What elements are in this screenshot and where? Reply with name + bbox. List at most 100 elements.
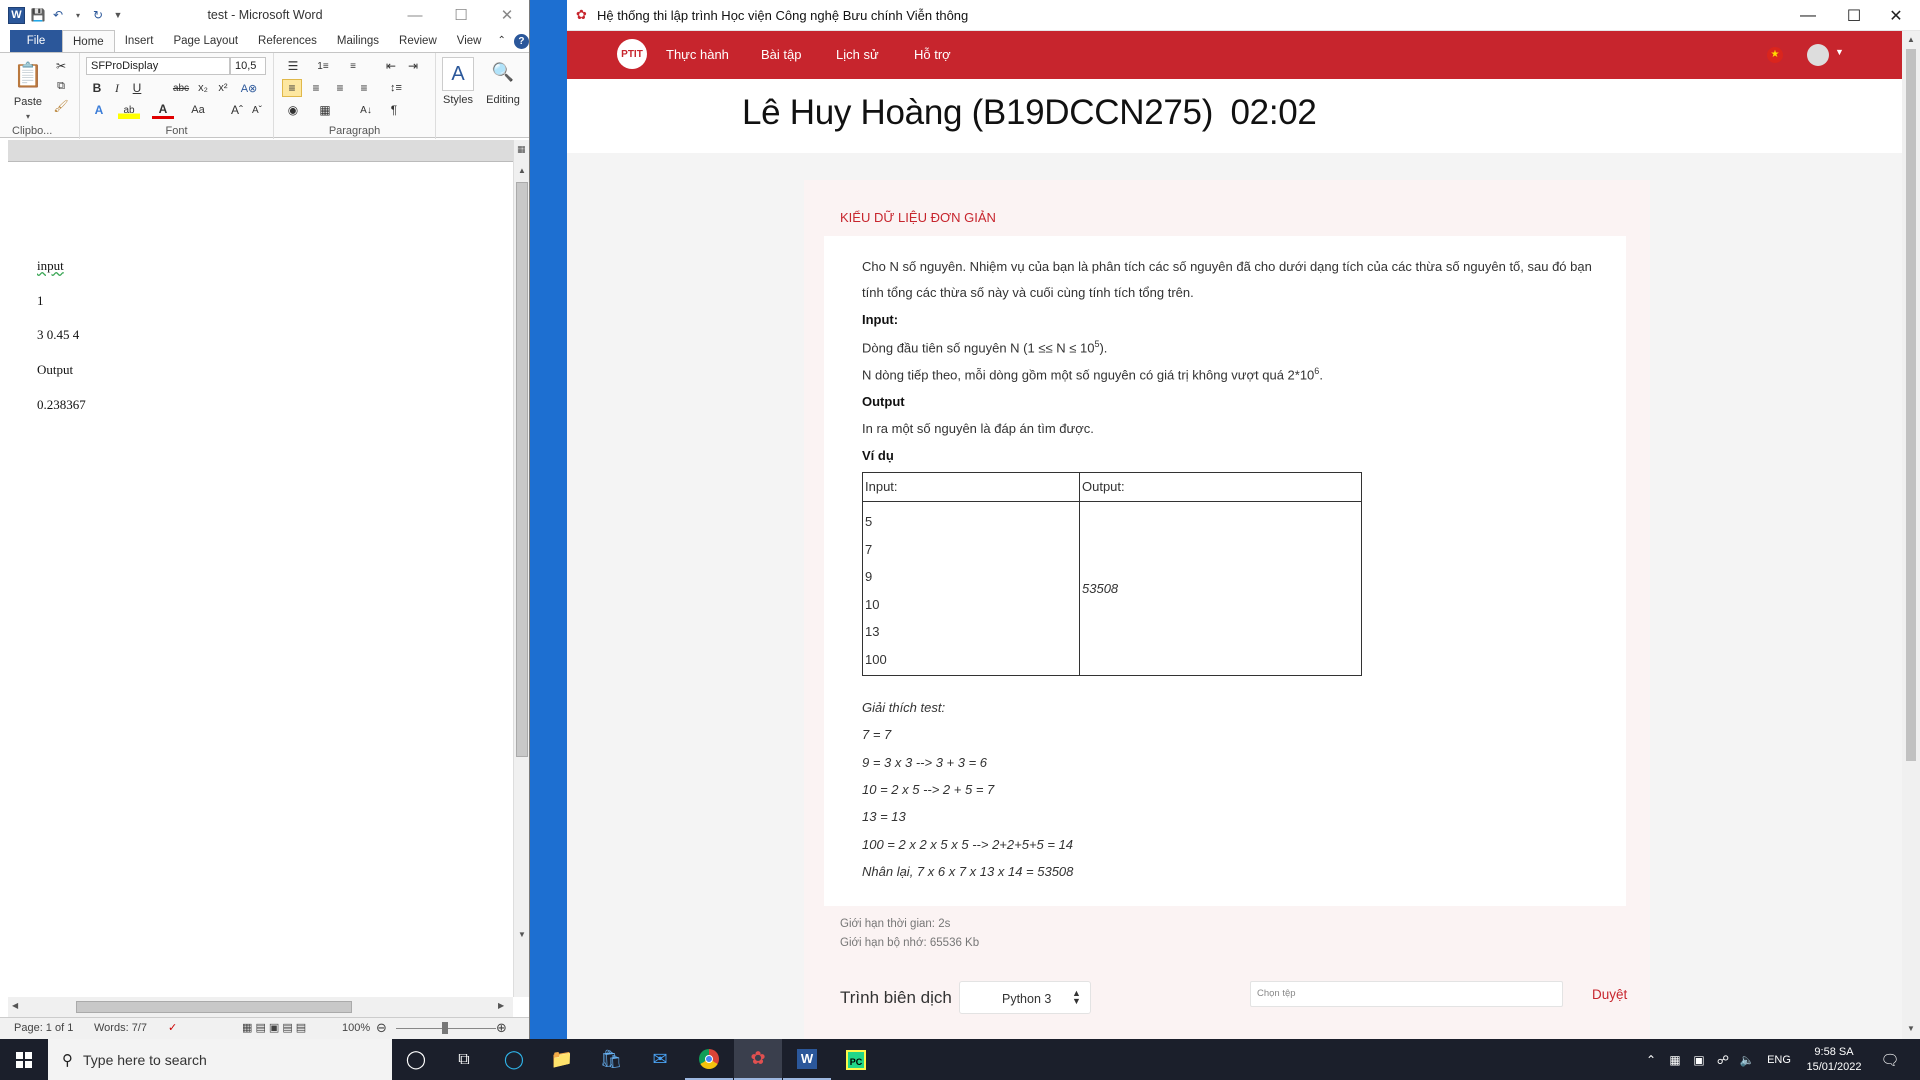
highlight-icon[interactable]: ab bbox=[118, 101, 140, 119]
styles-button[interactable]: Styles bbox=[436, 93, 480, 107]
clear-formatting-icon[interactable]: A⊗ bbox=[240, 79, 258, 97]
compiler-select[interactable]: Python 3 ▲ ▼ bbox=[959, 981, 1091, 1014]
vertical-scrollbar[interactable]: ▦ ▲ ▼ bbox=[513, 140, 529, 997]
network-icon[interactable]: ☍ bbox=[1712, 1039, 1734, 1080]
scroll-down-icon[interactable]: ▼ bbox=[518, 930, 526, 939]
undo-icon[interactable]: ↶ bbox=[51, 8, 65, 22]
tab-page-layout[interactable]: Page Layout bbox=[163, 30, 248, 52]
zoom-out-icon[interactable]: ⊖ bbox=[376, 1020, 387, 1036]
scroll-up-icon[interactable]: ▲ bbox=[1907, 35, 1915, 44]
format-painter-icon[interactable]: 🖌 bbox=[52, 97, 70, 115]
shrink-font-icon[interactable]: Aˇ bbox=[248, 101, 266, 119]
grow-font-icon[interactable]: Aˆ bbox=[228, 101, 246, 119]
doc-line-3[interactable]: 3 0.45 4 bbox=[37, 327, 79, 343]
notifications-icon[interactable]: 🗨 bbox=[1872, 1039, 1908, 1080]
scroll-up-icon[interactable]: ▲ bbox=[518, 166, 526, 175]
proofing-icon[interactable]: ✓ bbox=[168, 1021, 177, 1034]
styles-icon[interactable]: A bbox=[442, 57, 474, 91]
tray-overflow-icon[interactable]: ⌃ bbox=[1640, 1039, 1662, 1080]
numbering-icon[interactable]: 1≡ bbox=[312, 57, 334, 75]
tab-insert[interactable]: Insert bbox=[115, 30, 164, 52]
avatar[interactable] bbox=[1807, 44, 1829, 66]
word-count[interactable]: Words: 7/7 bbox=[94, 1022, 147, 1034]
cut-icon[interactable]: ✂ bbox=[52, 57, 70, 75]
browse-button[interactable]: Duyệt bbox=[1592, 987, 1627, 1002]
tab-references[interactable]: References bbox=[248, 30, 327, 52]
zoom-slider-thumb[interactable] bbox=[442, 1022, 448, 1034]
show-formatting-icon[interactable]: ¶ bbox=[384, 101, 404, 119]
italic-icon[interactable]: I bbox=[108, 79, 126, 97]
font-size-combo[interactable]: 10,5 bbox=[230, 57, 266, 75]
browser-minimize-button[interactable]: — bbox=[1785, 0, 1831, 31]
ruler-toggle-icon[interactable]: ▦ bbox=[517, 144, 526, 155]
paste-icon[interactable]: 📋 bbox=[12, 57, 44, 93]
ptit-app-icon[interactable]: ✿ bbox=[734, 1039, 782, 1080]
underline-icon[interactable]: U bbox=[128, 79, 146, 97]
tray-app-icon[interactable]: ▦ bbox=[1664, 1039, 1686, 1080]
scroll-thumb[interactable] bbox=[516, 182, 528, 757]
paste-button[interactable]: Paste bbox=[10, 95, 46, 109]
align-left-icon[interactable]: ≡ bbox=[282, 79, 302, 97]
word-logo-icon[interactable]: W bbox=[8, 6, 25, 24]
tab-mailings[interactable]: Mailings bbox=[327, 30, 389, 52]
redo-icon[interactable]: ↻ bbox=[91, 8, 105, 22]
taskbar-search[interactable]: ⚲ Type here to search bbox=[48, 1039, 392, 1080]
chevron-down-icon[interactable]: ▾ bbox=[71, 8, 85, 22]
ribbon-collapse-icon[interactable]: ⌃ bbox=[491, 30, 511, 52]
nav-bai-tap[interactable]: Bài tập bbox=[761, 31, 801, 79]
customize-qat-icon[interactable]: ▼ bbox=[111, 8, 125, 22]
nav-lich-su[interactable]: Lịch sử bbox=[836, 31, 879, 79]
nav-ho-tro[interactable]: Hỗ trợ bbox=[914, 31, 951, 79]
chevron-down-icon[interactable]: ▾ bbox=[10, 111, 46, 121]
align-center-icon[interactable]: ≡ bbox=[306, 79, 326, 97]
doc-line-5[interactable]: 0.238367 bbox=[37, 397, 86, 413]
tab-view[interactable]: View bbox=[447, 30, 492, 52]
doc-line-4[interactable]: Output bbox=[37, 362, 73, 378]
align-right-icon[interactable]: ≡ bbox=[330, 79, 350, 97]
cortana-icon[interactable]: ◯ bbox=[392, 1039, 440, 1080]
increase-indent-icon[interactable]: ⇥ bbox=[404, 57, 422, 75]
pycharm-icon[interactable]: PC bbox=[832, 1039, 880, 1080]
browser-maximize-button[interactable]: ☐ bbox=[1831, 0, 1877, 31]
scroll-down-icon[interactable]: ▼ bbox=[1907, 1024, 1915, 1033]
doc-line-1[interactable]: input bbox=[37, 258, 64, 274]
file-explorer-icon[interactable]: 📁 bbox=[538, 1039, 586, 1080]
strikethrough-icon[interactable]: abc bbox=[170, 79, 192, 97]
scroll-left-icon[interactable]: ◀ bbox=[12, 1001, 18, 1010]
editing-button[interactable]: Editing bbox=[480, 93, 526, 107]
tray-meet-icon[interactable]: ▣ bbox=[1688, 1039, 1710, 1080]
subscript-icon[interactable]: x₂ bbox=[194, 79, 212, 97]
browser-close-button[interactable]: ✕ bbox=[1873, 0, 1919, 31]
shading-icon[interactable]: ◉ bbox=[282, 101, 304, 119]
tab-file[interactable]: File bbox=[10, 30, 62, 52]
tab-review[interactable]: Review bbox=[389, 30, 447, 52]
copy-icon[interactable]: ⧉ bbox=[52, 77, 70, 95]
bullets-icon[interactable]: ☰ bbox=[282, 57, 304, 75]
word-taskbar-icon[interactable]: W bbox=[783, 1039, 831, 1080]
binoculars-icon[interactable]: 🔍 bbox=[488, 57, 518, 87]
minimize-button[interactable]: — bbox=[392, 0, 438, 30]
clock[interactable]: 9:58 SA 15/01/2022 bbox=[1802, 1039, 1866, 1080]
close-button[interactable]: ✕ bbox=[484, 0, 529, 30]
language-indicator[interactable]: ENG bbox=[1762, 1039, 1796, 1080]
superscript-icon[interactable]: x² bbox=[214, 79, 232, 97]
document-page[interactable]: input 1 3 0.45 4 Output 0.238367 bbox=[8, 162, 513, 997]
vietnam-flag-icon[interactable]: ★ bbox=[1767, 47, 1783, 63]
zoom-level[interactable]: 100% bbox=[342, 1022, 370, 1034]
justify-icon[interactable]: ≡ bbox=[354, 79, 374, 97]
windows-start-icon[interactable] bbox=[0, 1039, 48, 1080]
view-buttons-icon[interactable]: ▦ ▤ ▣ ▤ ▤ bbox=[242, 1021, 306, 1034]
horizontal-scrollbar[interactable]: ◀ ▶ bbox=[8, 997, 513, 1017]
save-icon[interactable]: 💾 bbox=[31, 8, 46, 22]
browser-scroll-thumb[interactable] bbox=[1906, 49, 1916, 761]
zoom-in-icon[interactable]: ⊕ bbox=[496, 1020, 507, 1036]
font-color-icon[interactable]: A bbox=[152, 101, 174, 119]
decrease-indent-icon[interactable]: ⇤ bbox=[382, 57, 400, 75]
scroll-right-icon[interactable]: ▶ bbox=[498, 1001, 504, 1010]
change-case-icon[interactable]: Aa bbox=[186, 101, 210, 119]
ptit-logo-icon[interactable]: PTIT bbox=[617, 39, 647, 69]
file-input[interactable]: Chọn tệp bbox=[1250, 981, 1563, 1007]
hscroll-thumb[interactable] bbox=[76, 1001, 352, 1013]
task-view-icon[interactable]: ⧉ bbox=[440, 1039, 488, 1080]
tab-home[interactable]: Home bbox=[62, 30, 115, 52]
